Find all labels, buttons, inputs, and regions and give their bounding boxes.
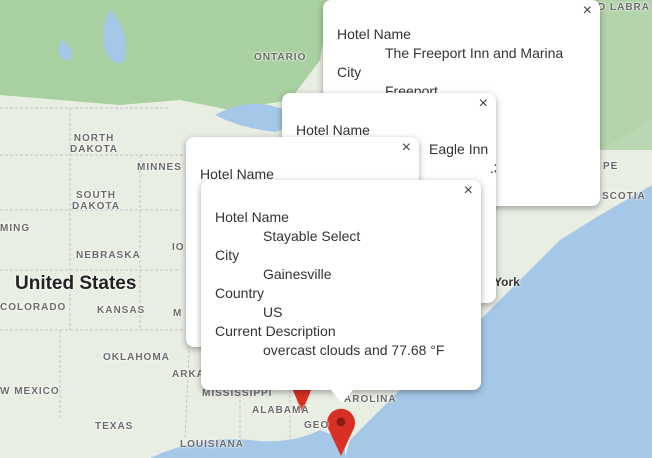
field-label: Hotel Name bbox=[337, 26, 411, 42]
label-south-dakota: SOUTH DAKOTA bbox=[72, 190, 121, 212]
label-nova-scotia: SCOTIA bbox=[602, 191, 646, 202]
field-label: City bbox=[215, 247, 240, 263]
info-window-gainesville: × Hotel Name Stayable Select City Gaines… bbox=[201, 180, 481, 390]
field-value: Stayable Select bbox=[263, 228, 361, 244]
label-colorado: COLORADO bbox=[0, 302, 67, 313]
label-north-dakota: NORTH DAKOTA bbox=[70, 133, 119, 155]
label-arkansas: ARKA bbox=[172, 369, 205, 380]
close-icon[interactable]: × bbox=[464, 182, 473, 200]
label-united-states: United States bbox=[15, 273, 137, 294]
label-labrador: D LABRA bbox=[598, 2, 650, 13]
close-icon[interactable]: × bbox=[479, 95, 488, 113]
label-new-york: York bbox=[494, 275, 520, 289]
label-wyoming: MING bbox=[0, 223, 31, 234]
field-value: US bbox=[263, 304, 283, 320]
label-kansas: KANSAS bbox=[97, 305, 146, 316]
field-value: The Freeport Inn and Marina bbox=[385, 45, 564, 61]
info-window-tail bbox=[330, 389, 354, 403]
label-texas: TEXAS bbox=[95, 421, 134, 432]
field-label: City bbox=[337, 64, 362, 80]
label-georgia: GEO bbox=[304, 420, 330, 431]
label-louisiana: LOUISIANA bbox=[180, 439, 244, 450]
label-alabama: ALABAMA bbox=[252, 405, 310, 416]
field-value: overcast clouds and 77.68 °F bbox=[263, 342, 445, 358]
field-label: Country bbox=[215, 285, 265, 301]
field-label: Hotel Name bbox=[215, 209, 289, 225]
close-icon[interactable]: × bbox=[583, 2, 592, 20]
label-minnesota: MINNES bbox=[137, 162, 182, 173]
label-oklahoma: OKLAHOMA bbox=[103, 352, 170, 363]
label-missouri: M bbox=[173, 308, 183, 319]
label-iowa: IO bbox=[172, 242, 185, 253]
label-pe: PE bbox=[603, 161, 619, 172]
label-ontario: ONTARIO bbox=[254, 52, 307, 63]
field-value: Gainesville bbox=[263, 266, 332, 282]
label-nebraska: NEBRASKA bbox=[76, 250, 141, 261]
label-new-mexico: W MEXICO bbox=[0, 386, 60, 397]
close-icon[interactable]: × bbox=[402, 139, 411, 157]
field-label: Current Description bbox=[215, 323, 336, 339]
